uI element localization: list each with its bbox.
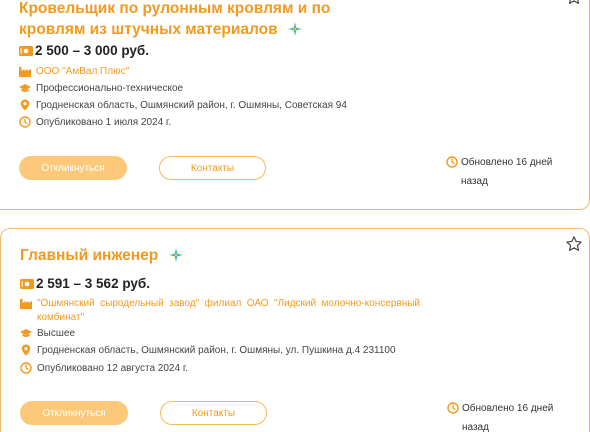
- address-value: Гродненская область, Ошмянский район, г.…: [36, 99, 347, 111]
- salary-value: 2 500 – 3 000 руб.: [35, 43, 149, 58]
- published-value: Опубликовано 1 июля 2024 г.: [36, 116, 172, 128]
- graduation-cap-icon: [20, 329, 32, 337]
- clock-icon: [19, 116, 31, 128]
- clock-icon: [20, 362, 32, 374]
- contacts-button[interactable]: Контакты: [159, 156, 266, 180]
- factory-icon: [19, 67, 31, 77]
- education-row: Профессионально-техническое: [19, 82, 183, 94]
- clock-icon: [446, 156, 458, 168]
- published-row: Опубликовано 1 июля 2024 г.: [19, 116, 171, 128]
- vacancy-card: Кровельщик по рулонным кровлям и по кров…: [0, 0, 590, 210]
- education-row: Высшее: [20, 327, 75, 339]
- money-icon: [19, 45, 33, 56]
- vacancy-title[interactable]: Кровельщик по рулонным кровлям и по кров…: [19, 0, 399, 40]
- address-value: Гродненская область, Ошмянский район, г.…: [37, 344, 396, 356]
- star-icon[interactable]: [565, 0, 583, 6]
- location-pin-icon: [21, 344, 31, 356]
- published-value: Опубликовано 12 августа 2024 г.: [37, 362, 189, 374]
- apply-button[interactable]: Откликнуться: [20, 401, 128, 425]
- salary-row: 2 500 – 3 000 руб.: [19, 43, 149, 58]
- published-row: Опубликовано 12 августа 2024 г.: [20, 362, 188, 374]
- money-icon: [20, 278, 34, 289]
- address-row: Гродненская область, Ошмянский район, г.…: [19, 99, 347, 111]
- address-row: Гродненская область, Ошмянский район, г.…: [20, 344, 396, 356]
- star-icon[interactable]: [565, 235, 583, 253]
- company-link[interactable]: "Ошмянский сыродельный завод" филиал ОАО…: [37, 297, 420, 325]
- contacts-button[interactable]: Контакты: [160, 401, 267, 425]
- company-row: ООО "АмВал Плюс": [19, 65, 129, 77]
- sparkle-icon: [168, 248, 183, 262]
- updated-text: Обновлено 16 дней назад: [462, 403, 554, 432]
- clock-icon: [447, 402, 459, 414]
- vacancy-title[interactable]: Главный инженер: [20, 245, 183, 266]
- vacancy-title-text[interactable]: Кровельщик по рулонным кровлям и по кров…: [19, 0, 330, 38]
- vacancy-title-text[interactable]: Главный инженер: [20, 247, 158, 264]
- salary-value: 2 591 – 3 562 руб.: [36, 276, 150, 291]
- apply-button[interactable]: Откликнуться: [19, 156, 127, 180]
- location-pin-icon: [20, 99, 30, 111]
- updated-info: Обновлено 16 дней назад: [447, 399, 567, 432]
- factory-icon: [20, 299, 32, 309]
- education-value: Высшее: [37, 327, 76, 339]
- updated-info: Обновлено 16 дней назад: [446, 153, 566, 191]
- vacancy-card: Главный инженер 2 591 – 3 562 руб. "Ошмя…: [0, 228, 590, 432]
- graduation-cap-icon: [19, 84, 31, 92]
- education-value: Профессионально-техническое: [36, 82, 184, 94]
- company-link[interactable]: ООО "АмВал Плюс": [36, 66, 129, 77]
- salary-row: 2 591 – 3 562 руб.: [20, 276, 150, 291]
- company-row: "Ошмянский сыродельный завод" филиал ОАО…: [20, 297, 420, 325]
- sparkle-icon: [287, 22, 302, 36]
- updated-text: Обновлено 16 дней назад: [461, 157, 553, 187]
